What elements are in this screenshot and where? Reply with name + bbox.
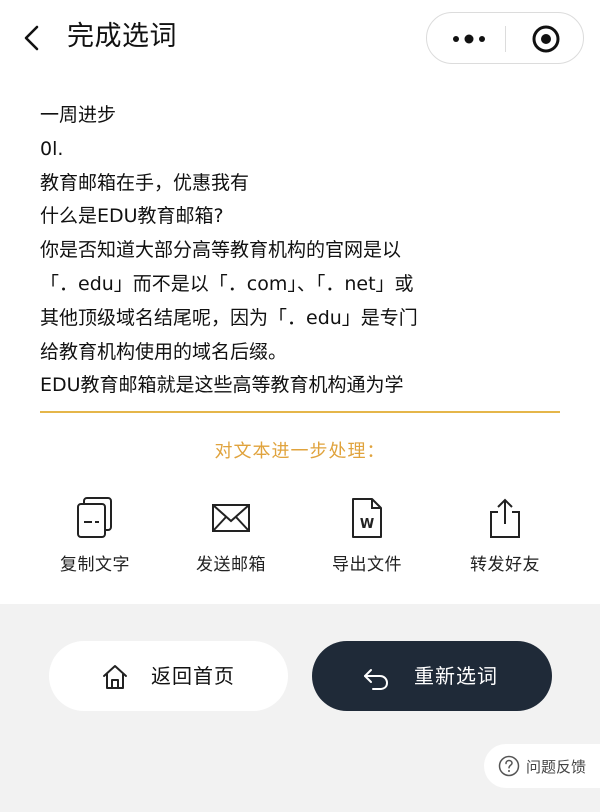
close-target-icon[interactable] [531, 24, 561, 54]
share-icon [490, 498, 520, 538]
text-line: 什么是EDU教育邮箱? [40, 205, 224, 228]
text-line: 一周进步 [40, 104, 117, 126]
back-arrow-icon[interactable] [20, 24, 44, 52]
action-label: 转发好友 [470, 555, 540, 575]
send-email-button[interactable]: 发送邮箱 [171, 496, 291, 575]
action-label: 导出文件 [332, 555, 402, 575]
forward-friend-button[interactable]: 转发好友 [445, 496, 565, 575]
more-dots-icon[interactable] [449, 27, 489, 51]
question-icon [498, 755, 520, 777]
capsule-divider [505, 26, 506, 52]
export-file-button[interactable]: W 导出文件 [307, 496, 427, 575]
section-divider [40, 411, 560, 413]
process-section-title: 对文本进一步处理： [214, 441, 386, 462]
page-title: 完成选词 [67, 21, 177, 52]
reselect-button-label: 重新选词 [414, 664, 498, 688]
undo-arrow-icon [364, 669, 389, 690]
home-button-label: 返回首页 [151, 664, 235, 688]
feedback-label: 问题反馈 [526, 758, 587, 776]
page: 完成选词 一周进步 0l. 教育邮箱在手，优惠我有 什么是EDU教育邮箱? 你是… [0, 0, 600, 812]
text-line: EDU教育邮箱就是这些高等教育机构通为学 [40, 374, 404, 397]
action-label: 复制文字 [60, 555, 130, 575]
svg-text:W: W [360, 517, 374, 532]
home-button[interactable]: 返回首页 [49, 641, 288, 711]
bottom-panel: 返回首页 重新选词 问题反馈 [0, 604, 600, 812]
mail-icon [212, 504, 250, 532]
copy-text-button[interactable]: 复制文字 [35, 496, 155, 575]
text-line: 「．edu」而不是以「．com」、「．net」或 [40, 272, 414, 295]
feedback-button[interactable]: 问题反馈 [484, 744, 600, 788]
text-line: 其他顶级域名结尾呢，因为「．edu」是专门 [40, 306, 418, 329]
text-line: 0l. [40, 137, 64, 160]
reselect-words-button[interactable]: 重新选词 [312, 641, 552, 711]
action-row: 复制文字 发送邮箱 W 导出文件 转发好友 [0, 496, 600, 586]
text-line: 教育邮箱在手，优惠我有 [40, 171, 250, 194]
mini-program-capsule [426, 12, 584, 64]
word-file-icon: W [352, 498, 382, 538]
home-icon [103, 665, 127, 689]
header-bar: 完成选词 [0, 0, 600, 80]
recognized-text: 一周进步 0l. 教育邮箱在手，优惠我有 什么是EDU教育邮箱? 你是否知道大部… [40, 99, 560, 403]
action-label: 发送邮箱 [196, 555, 266, 575]
text-line: 给教育机构使用的域名后缀。 [40, 340, 288, 363]
copy-icon [77, 497, 112, 538]
text-line: 你是否知道大部分高等教育机构的官网是以 [40, 239, 402, 262]
